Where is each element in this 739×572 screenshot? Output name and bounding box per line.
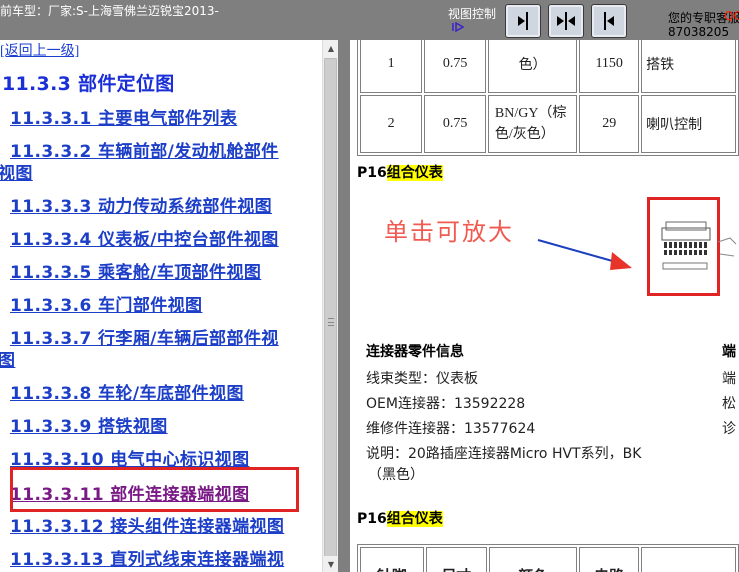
table-header-row: 针脚 尺寸 颜色 电路	[360, 547, 736, 572]
scroll-grip-icon	[328, 318, 334, 326]
scroll-down-arrow-icon[interactable]: ▼	[323, 556, 339, 572]
connector-title: P16组合仪表	[357, 162, 443, 182]
table-cell: 29	[579, 95, 640, 153]
table-header-function	[640, 547, 736, 572]
view-control-arrow-icon	[452, 21, 466, 35]
table-cell: BN/GY（棕色/灰色）	[487, 95, 578, 153]
table-header-color: 颜色	[489, 547, 578, 572]
table-cell: 色）	[487, 40, 578, 93]
current-car-label: 前车型：厂家:S-上海雪佛兰迈锐宝2013-	[0, 4, 219, 18]
table-row: 1 0.75 色） 1150 搭铁	[360, 40, 736, 93]
toc-item-trunk-rear[interactable]: 11.3.3.7 行李厢/车辆后部部件视	[10, 324, 279, 349]
table-cell: 搭铁	[641, 40, 736, 93]
table-cell: 0.75	[424, 40, 486, 93]
pin-table-top: 1 0.75 色） 1150 搭铁 2 0.75 BN/GY（棕色/灰色） 29…	[357, 40, 739, 156]
side-column-text: 诊	[722, 421, 736, 437]
toc-item-front-engine-parts[interactable]: 11.3.3.2 车辆前部/发动机舱部件	[10, 137, 279, 162]
scroll-thumb[interactable]	[324, 58, 337, 572]
toc-item-powertrain[interactable]: 11.3.3.3 动力传动系统部件视图	[10, 192, 272, 217]
connector-title-2: P16组合仪表	[357, 508, 443, 528]
harness-type: 线束类型：仪表板	[366, 371, 478, 387]
connector-description: 说明：20路插座连接器Micro HVT系列，BK	[366, 446, 642, 462]
section-title: 11.3.3 部件定位图	[2, 73, 175, 95]
connector-code: P16	[357, 165, 387, 181]
view-expand-right-button[interactable]	[505, 4, 541, 38]
table-cell: 喇叭控制	[641, 95, 736, 153]
table-header-size: 尺寸	[425, 547, 488, 572]
toc-item-instrument-panel[interactable]: 11.3.3.4 仪表板/中控台部件视图	[10, 225, 279, 250]
zoom-hint-annotation: 单击可放大	[384, 218, 514, 246]
split-center-icon	[557, 12, 575, 30]
service-connector: 维修件连接器：13577624	[366, 421, 536, 437]
toc-item-wheels-underbody[interactable]: 11.3.3.8 车轮/车底部件视图	[10, 379, 244, 404]
oem-connector: OEM连接器：13592228	[366, 396, 526, 412]
toc-item-passenger-roof[interactable]: 11.3.3.5 乘客舱/车顶部件视图	[10, 258, 261, 283]
view-split-center-button[interactable]	[548, 4, 584, 38]
connector-code: P16	[357, 511, 387, 527]
top-toolbar: 前车型：厂家:S-上海雪佛兰迈锐宝2013- 视图控制 您的专职客服 QQ 87…	[0, 0, 739, 40]
annotation-highlight-box	[10, 467, 299, 512]
back-link[interactable]: [返回上一级]	[0, 40, 79, 60]
table-header-circuit: 电路	[579, 547, 639, 572]
scroll-up-arrow-icon[interactable]: ▲	[323, 40, 339, 56]
content-panel: 1 0.75 色） 1150 搭铁 2 0.75 BN/GY（棕色/灰色） 29…	[350, 40, 739, 572]
side-column-heading: 端	[722, 344, 736, 360]
toc-item-trunk-rear-wrap[interactable]: 图	[0, 346, 15, 371]
pin-table-bottom: 针脚 尺寸 颜色 电路	[357, 544, 739, 572]
connector-info-heading: 连接器零件信息	[366, 344, 464, 360]
toc-item-doors[interactable]: 11.3.3.6 车门部件视图	[10, 291, 202, 316]
toc-panel: [返回上一级] 11.3.3 部件定位图 11.3.3.1 主要电气部件列表 1…	[0, 40, 322, 572]
side-column-text: 松	[722, 396, 736, 412]
expand-right-icon	[518, 12, 528, 30]
toc-item-splice-connector-end[interactable]: 11.3.3.12 接头组件连接器端视图	[10, 512, 284, 537]
table-cell: 0.75	[424, 95, 486, 153]
annotation-arrow-icon	[537, 239, 632, 270]
toc-item-front-engine-parts-wrap[interactable]: 视图	[0, 159, 33, 184]
side-column-text: 端	[722, 371, 736, 387]
connector-name: 组合仪表	[386, 511, 443, 527]
toc-item-inline-connector-end[interactable]: 11.3.3.13 直列式线束连接器端视	[10, 545, 284, 570]
expand-left-icon	[604, 12, 614, 30]
table-row: 2 0.75 BN/GY（棕色/灰色） 29 喇叭控制	[360, 95, 736, 153]
view-control-label: 视图控制	[448, 7, 497, 21]
toc-scrollbar[interactable]: ▲ ▼	[322, 40, 339, 572]
table-cell: 1150	[579, 40, 640, 93]
pane-divider[interactable]	[338, 40, 350, 572]
advisor-qq-link[interactable]: QQ	[724, 9, 739, 23]
table-cell: 2	[360, 95, 423, 153]
advisor-phone: 87038205	[668, 25, 730, 39]
connector-thumbnail-image[interactable]	[660, 220, 739, 276]
toc-item-main-electrical-parts[interactable]: 11.3.3.1 主要电气部件列表	[10, 104, 237, 129]
table-cell: 1	[360, 40, 423, 93]
view-expand-left-button[interactable]	[591, 4, 627, 38]
connector-description-cont: （黑色）	[368, 467, 424, 483]
connector-name: 组合仪表	[386, 165, 443, 181]
table-header-pin: 针脚	[360, 547, 424, 572]
toc-item-ground[interactable]: 11.3.3.9 搭铁视图	[10, 412, 168, 437]
